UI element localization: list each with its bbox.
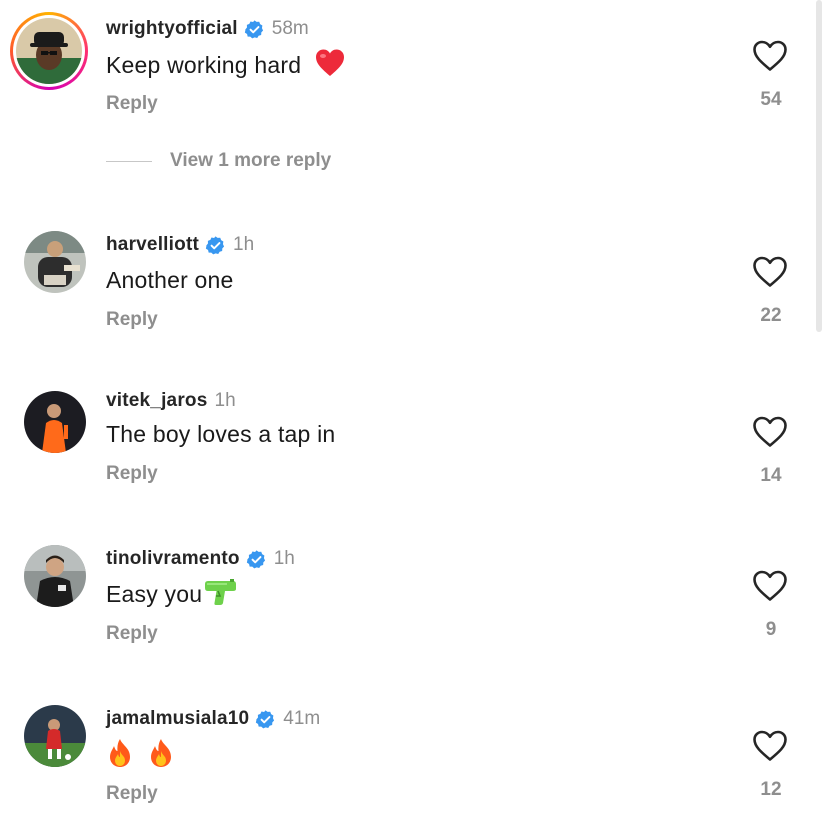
- verified-badge-icon: [256, 709, 275, 728]
- water-pistol-emoji-icon: [205, 579, 237, 605]
- comment-header: vitek_jaros 1h: [106, 388, 236, 414]
- comment-text: Easy you: [106, 578, 237, 610]
- heart-outline-icon: [753, 256, 787, 287]
- verified-badge-icon: [246, 549, 265, 568]
- comment-text: Another one: [106, 267, 234, 293]
- avatar[interactable]: [24, 705, 86, 767]
- username[interactable]: jamalmusiala10: [106, 708, 249, 730]
- verified-badge-icon: [244, 19, 263, 38]
- like-button[interactable]: [752, 570, 790, 604]
- reply-button[interactable]: Reply: [106, 93, 158, 115]
- like-button[interactable]: [752, 730, 790, 764]
- comment-header: harvelliott 1h: [106, 232, 254, 258]
- reply-button[interactable]: Reply: [106, 463, 158, 485]
- like-count: 22: [760, 305, 782, 326]
- heart-outline-icon: [753, 730, 787, 761]
- reply-button[interactable]: Reply: [106, 783, 158, 805]
- timestamp: 58m: [271, 18, 309, 39]
- verified-badge-icon: [205, 235, 225, 254]
- like-count: 54: [760, 89, 782, 110]
- like-count: 14: [760, 465, 782, 486]
- fire-emoji-icon: [110, 739, 130, 767]
- comment-text-content: Easy you: [106, 581, 203, 607]
- like-count: 9: [765, 619, 777, 640]
- username[interactable]: tinolivramento: [106, 548, 240, 570]
- avatar[interactable]: [24, 231, 86, 293]
- comment-text-content: Keep working hard: [106, 52, 302, 78]
- comment-text: The boy loves a tap in: [106, 421, 336, 447]
- like-button[interactable]: [752, 256, 790, 290]
- comment-text: [106, 738, 175, 770]
- comment-header: tinolivramento 1h: [106, 546, 295, 572]
- reply-button[interactable]: Reply: [106, 309, 158, 331]
- heart-outline-icon: [753, 416, 787, 447]
- comment-header: jamalmusiala10 41m: [106, 706, 320, 732]
- comment-text: Keep working hard: [106, 48, 346, 80]
- view-more-replies-label[interactable]: View 1 more reply: [170, 150, 331, 172]
- timestamp: 1h: [214, 390, 236, 411]
- reply-button[interactable]: Reply: [106, 623, 158, 645]
- like-count: 12: [760, 779, 782, 800]
- heart-emoji-icon: [315, 49, 344, 76]
- view-more-replies[interactable]: View 1 more reply: [106, 148, 331, 174]
- like-button[interactable]: [752, 40, 790, 74]
- username[interactable]: harvelliott: [106, 234, 199, 256]
- timestamp: 41m: [283, 708, 321, 729]
- scrollbar[interactable]: [816, 0, 822, 332]
- heart-outline-icon: [753, 40, 787, 71]
- username[interactable]: wrightyofficial: [106, 18, 238, 40]
- heart-outline-icon: [753, 570, 787, 601]
- timestamp: 1h: [233, 234, 255, 255]
- story-ring[interactable]: [10, 12, 88, 90]
- avatar[interactable]: [24, 545, 86, 607]
- timestamp: 1h: [273, 548, 295, 569]
- username[interactable]: vitek_jaros: [106, 390, 208, 412]
- like-button[interactable]: [752, 416, 790, 450]
- fire-emoji-icon: [150, 739, 171, 767]
- replies-divider-line: [106, 160, 152, 162]
- comment-header: wrightyofficial 58m: [106, 16, 309, 42]
- avatar[interactable]: [16, 18, 82, 84]
- avatar[interactable]: [24, 391, 86, 453]
